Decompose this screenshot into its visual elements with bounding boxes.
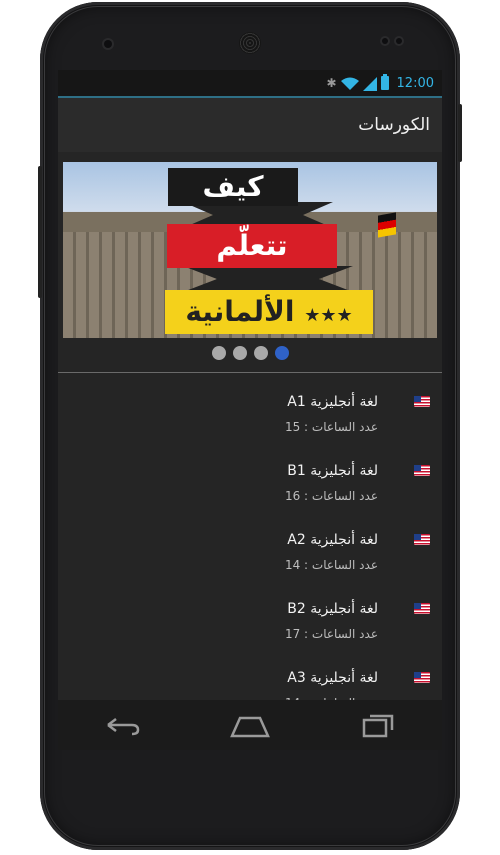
- course-item[interactable]: لغة أنجليزية B1 عدد الساعات : 16: [58, 455, 442, 524]
- proximity-sensor: [382, 38, 388, 44]
- battery-icon: [380, 74, 389, 90]
- us-flag-icon: [414, 534, 430, 545]
- us-flag-icon: [414, 603, 430, 614]
- clock: 12:00: [396, 75, 434, 91]
- page-dot[interactable]: [211, 346, 226, 360]
- course-item[interactable]: لغة أنجليزية A1 عدد الساعات : 15: [58, 386, 442, 455]
- signal-icon: [362, 76, 377, 91]
- banner-slider[interactable]: كيف تتعلّم الألمانية ★★★: [63, 162, 437, 338]
- course-title: لغة أنجليزية A1: [287, 394, 378, 410]
- course-item[interactable]: لغة أنجليزية B2 عدد الساعات : 17: [58, 593, 442, 662]
- bluetooth-icon: ✱: [326, 76, 337, 90]
- page-dot[interactable]: [253, 346, 268, 360]
- action-bar: الكورسات: [58, 98, 442, 152]
- front-camera: [104, 40, 112, 48]
- course-item[interactable]: لغة أنجليزية A2 عدد الساعات : 14: [58, 524, 442, 593]
- page-dot[interactable]: [232, 346, 247, 360]
- back-icon[interactable]: [102, 710, 142, 740]
- course-title: لغة أنجليزية B2: [287, 601, 378, 617]
- banner-line-3-text: الألمانية: [185, 295, 295, 328]
- course-title: لغة أنجليزية A3: [287, 670, 378, 686]
- wifi-icon: [340, 76, 359, 90]
- course-title: لغة أنجليزية A2: [287, 532, 378, 548]
- page-indicator: [58, 346, 442, 362]
- status-bar: ✱ 12:00: [58, 70, 442, 96]
- section-divider: [58, 372, 442, 373]
- course-hours: عدد الساعات : 15: [284, 420, 378, 434]
- navigation-bar: [58, 700, 442, 750]
- us-flag-icon: [414, 672, 430, 683]
- banner-line-1: كيف: [168, 168, 298, 206]
- screen: ✱ 12:00 الكورسات كيف تتعلّم الألمانية ★★…: [58, 70, 442, 750]
- banner-line-3: الألمانية ★★★: [165, 290, 373, 334]
- course-hours: عدد الساعات : 17: [284, 627, 378, 641]
- stars-icon: ★★★: [304, 305, 353, 326]
- banner-line-2: تتعلّم: [167, 224, 337, 268]
- german-flag-image: [378, 212, 396, 238]
- course-title: لغة أنجليزية B1: [287, 463, 378, 479]
- home-icon[interactable]: [230, 710, 270, 740]
- course-list: لغة أنجليزية A1 عدد الساعات : 15 لغة أنج…: [58, 386, 442, 731]
- recents-icon[interactable]: [358, 710, 398, 740]
- page-dot-active[interactable]: [274, 346, 289, 360]
- earpiece-speaker: [239, 32, 261, 54]
- course-hours: عدد الساعات : 16: [284, 489, 378, 503]
- us-flag-icon: [414, 396, 430, 407]
- page-title: الكورسات: [358, 115, 430, 135]
- power-button: [38, 166, 42, 298]
- volume-button: [458, 104, 462, 162]
- light-sensor: [396, 38, 402, 44]
- us-flag-icon: [414, 465, 430, 476]
- course-hours: عدد الساعات : 14: [284, 558, 378, 572]
